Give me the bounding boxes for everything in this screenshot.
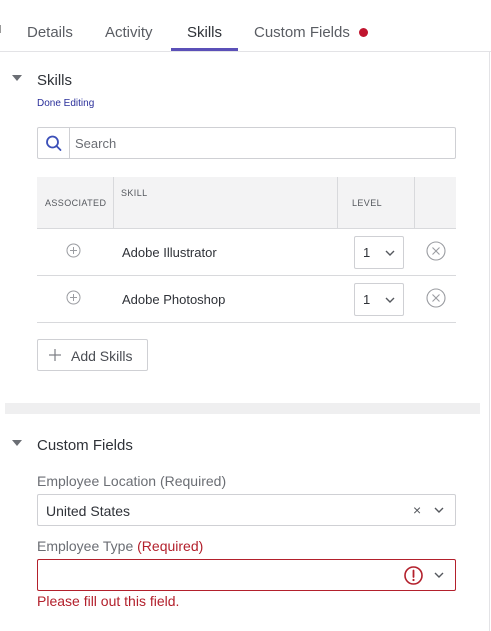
column-header-level: LEVEL [352, 198, 383, 208]
employee-type-select[interactable] [37, 559, 456, 591]
chevron-down-icon [385, 297, 395, 303]
panel-edge [489, 52, 490, 631]
skill-search [37, 127, 456, 159]
section-divider [5, 403, 480, 414]
employee-location-label: Employee Location (Required) [37, 473, 227, 489]
collapse-custom-fields-caret-icon[interactable] [12, 440, 22, 446]
plus-circle-icon[interactable] [66, 243, 81, 258]
remove-skill-button[interactable] [426, 288, 446, 308]
search-input[interactable] [71, 128, 454, 158]
tab-activity[interactable]: Activity [105, 24, 153, 41]
collapse-skills-caret-icon[interactable] [12, 75, 22, 81]
custom-fields-section-title: Custom Fields [37, 437, 133, 454]
skill-name: Adobe Photoshop [122, 292, 226, 307]
remove-skill-button[interactable] [426, 241, 446, 261]
employee-type-label-text: Employee Type [37, 538, 134, 554]
level-select[interactable]: 1 [354, 236, 404, 269]
edge-mark [0, 25, 1, 33]
add-skills-button[interactable]: Add Skills [37, 339, 148, 371]
done-editing-link[interactable]: Done Editing [37, 98, 94, 109]
chevron-down-icon [385, 250, 395, 256]
tab-custom-fields[interactable]: Custom Fields [254, 24, 350, 41]
level-value: 1 [363, 245, 371, 260]
employee-type-label: Employee Type (Required) [37, 538, 203, 554]
tab-details[interactable]: Details [27, 24, 73, 41]
skills-table: ASSOCIATED SKILL LEVEL Adobe Illustrator… [37, 177, 456, 323]
employee-type-error: Please fill out this field. [37, 593, 180, 609]
tab-bar: Details Activity Skills Custom Fields [0, 0, 491, 52]
error-circle-icon [404, 566, 423, 585]
unsaved-indicator-dot [359, 28, 368, 37]
column-separator [113, 177, 114, 229]
employee-location-value: United States [46, 503, 131, 519]
search-icon[interactable] [38, 128, 70, 158]
chevron-down-icon[interactable] [432, 503, 446, 517]
add-skills-label: Add Skills [71, 348, 133, 364]
required-tag: (Required) [137, 538, 204, 554]
active-tab-indicator [171, 48, 238, 51]
level-select[interactable]: 1 [354, 283, 404, 316]
clear-icon[interactable]: × [413, 502, 421, 518]
plus-circle-icon[interactable] [66, 290, 81, 305]
column-separator [414, 177, 415, 229]
employee-location-select[interactable]: United States × [37, 494, 456, 526]
chevron-down-icon[interactable] [432, 568, 446, 582]
skills-section-title: Skills [37, 72, 73, 89]
plus-icon [49, 349, 61, 361]
table-row: Adobe Photoshop 1 [37, 276, 456, 323]
table-header: ASSOCIATED SKILL LEVEL [37, 177, 456, 229]
column-header-skill: SKILL [121, 188, 148, 198]
skill-name: Adobe Illustrator [122, 245, 217, 260]
table-row: Adobe Illustrator 1 [37, 229, 456, 276]
tab-skills[interactable]: Skills [187, 24, 222, 41]
column-header-associated: ASSOCIATED [45, 198, 107, 208]
level-value: 1 [363, 292, 371, 307]
column-separator [337, 177, 338, 229]
